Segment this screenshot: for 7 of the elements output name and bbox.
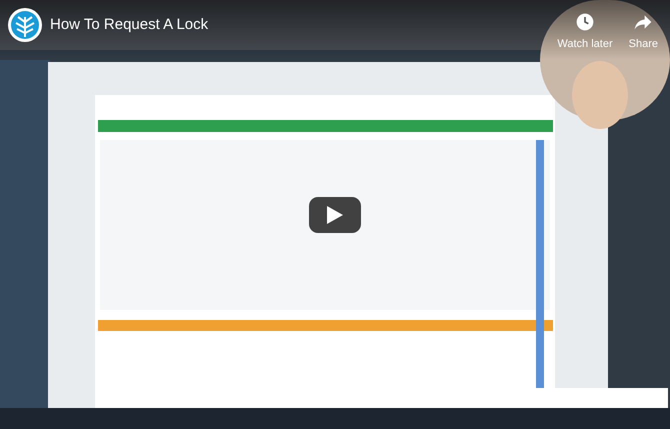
play-button[interactable] (309, 196, 361, 232)
video-title[interactable]: How To Request A Lock (50, 8, 208, 42)
play-icon (327, 206, 343, 224)
watch-later-button[interactable]: Watch later (553, 8, 617, 52)
channel-logo-icon[interactable] (8, 8, 42, 42)
share-button[interactable]: Share (624, 8, 662, 52)
clock-icon (575, 12, 596, 32)
